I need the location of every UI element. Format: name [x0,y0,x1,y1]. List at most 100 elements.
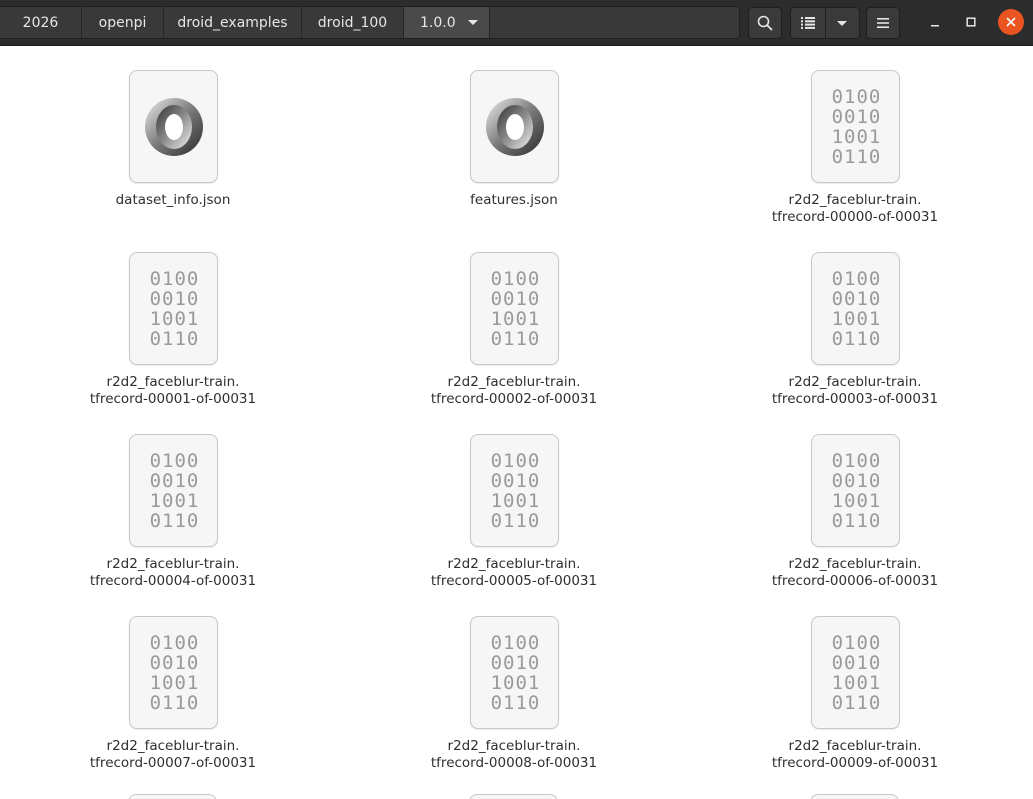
binary-glyph: 0100 0010 1001 0110 [471,269,560,349]
file-name-line: r2d2_faceblur-train. [447,738,581,754]
chevron-down-icon [467,20,478,25]
file-name-line: tfrecord-00002-of-00031 [430,391,598,407]
binary-glyph-line: 1001 [831,308,882,330]
binary-glyph: 0100 0010 1001 0110 [812,87,901,167]
file-name: r2d2_faceblur-train. tfrecord-00000-of-00… [755,192,955,226]
binary-glyph-line: 1001 [490,672,541,694]
binary-glyph-line: 0010 [490,288,541,310]
binary-glyph-line: 0100 [831,268,882,290]
binary-file-icon: 0100 0010 1001 0110 [129,616,218,729]
file-name-line: tfrecord-00005-of-00031 [430,573,598,589]
binary-glyph-line: 1001 [149,490,200,512]
binary-file-icon: 0100 0010 1001 0110 [811,70,900,183]
breadcrumb-item[interactable]: droid_examples [164,7,302,38]
search-button[interactable] [748,7,782,39]
list-view-icon [800,17,815,29]
binary-glyph-line: 0100 [831,86,882,108]
file-name-line: tfrecord-00008-of-00031 [430,755,598,771]
file-name: r2d2_faceblur-train. tfrecord-00008-of-00… [414,738,614,772]
binary-glyph-line: 1001 [831,126,882,148]
file-view[interactable]: dataset_info.json features.json 0100 0010 10… [0,46,1033,799]
file-name: r2d2_faceblur-train. tfrecord-00005-of-00… [414,556,614,590]
binary-glyph-line: 0110 [149,510,200,532]
file-name-line: features.json [470,192,558,208]
file-name: dataset_info.json [73,192,273,209]
binary-glyph-line: 1001 [831,490,882,512]
minimize-icon [931,25,939,27]
file-name-line: tfrecord-00006-of-00031 [771,573,939,589]
file-name-line: tfrecord-00000-of-00031 [771,209,939,225]
binary-glyph-line: 0010 [490,652,541,674]
binary-glyph-line: 0110 [149,692,200,714]
main-menu-button[interactable] [866,7,900,39]
binary-glyph-line: 1001 [149,308,200,330]
binary-glyph-line: 1001 [490,490,541,512]
breadcrumb-item[interactable]: 2026 [0,7,82,38]
binary-glyph-line: 0010 [831,470,882,492]
binary-file-icon: 0100 0010 1001 0110 [811,616,900,729]
file-name: r2d2_faceblur-train. tfrecord-00006-of-00… [755,556,955,590]
binary-file-icon: 0100 0010 1001 0110 [129,434,218,547]
search-icon [757,15,773,31]
binary-glyph-line: 0100 [490,632,541,654]
binary-glyph-line: 0100 [149,268,200,290]
binary-glyph-line: 0010 [149,470,200,492]
binary-file-icon: 0100 0010 1001 0110 [470,252,559,365]
binary-glyph-line: 0010 [831,652,882,674]
binary-glyph-line: 0010 [149,652,200,674]
file-name-line: r2d2_faceblur-train. [788,556,922,572]
binary-glyph-line: 0010 [149,288,200,310]
breadcrumb: 2026 openpi droid_examples droid_100 1.0… [0,6,740,39]
binary-glyph-line: 0100 [490,268,541,290]
file-name: r2d2_faceblur-train. tfrecord-00004-of-00… [73,556,273,590]
close-icon [1006,17,1016,27]
minimize-button[interactable] [922,9,948,35]
file-tile-partial[interactable] [810,794,899,799]
view-options-button[interactable] [824,8,859,38]
binary-file-icon: 0100 0010 1001 0110 [470,616,559,729]
binary-glyph-line: 1001 [490,308,541,330]
file-name-line: tfrecord-00007-of-00031 [89,755,257,771]
json-logo-icon [486,98,544,156]
binary-glyph: 0100 0010 1001 0110 [812,451,901,531]
file-name: r2d2_faceblur-train. tfrecord-00007-of-00… [73,738,273,772]
file-name: r2d2_faceblur-train. tfrecord-00009-of-00… [755,738,955,772]
file-name-line: r2d2_faceblur-train. [106,374,240,390]
binary-file-icon: 0100 0010 1001 0110 [129,252,218,365]
binary-glyph-line: 1001 [831,672,882,694]
binary-glyph-line: 0100 [831,632,882,654]
close-button[interactable] [998,9,1024,35]
binary-file-icon: 0100 0010 1001 0110 [811,252,900,365]
view-toggle-group [790,7,860,39]
binary-glyph-line: 0110 [831,510,882,532]
binary-glyph-line: 0110 [831,692,882,714]
json-file-icon [129,70,218,183]
file-name: r2d2_faceblur-train. tfrecord-00001-of-00… [73,374,273,408]
breadcrumb-item[interactable]: openpi [82,7,164,38]
binary-glyph-line: 0100 [149,450,200,472]
hamburger-menu-icon [877,18,889,28]
file-name-line: r2d2_faceblur-train. [788,374,922,390]
binary-glyph-line: 0110 [149,328,200,350]
maximize-button[interactable] [958,9,984,35]
binary-glyph: 0100 0010 1001 0110 [812,269,901,349]
file-name: r2d2_faceblur-train. tfrecord-00002-of-00… [414,374,614,408]
file-tile-partial[interactable] [128,794,217,799]
list-view-button[interactable] [791,8,825,38]
binary-file-icon: 0100 0010 1001 0110 [470,434,559,547]
binary-glyph-line: 0110 [831,146,882,168]
file-name-line: tfrecord-00009-of-00031 [771,755,939,771]
file-tile-partial[interactable] [469,794,558,799]
breadcrumb-current-label: 1.0.0 [420,14,456,31]
binary-file-icon: 0100 0010 1001 0110 [811,434,900,547]
json-file-icon [470,70,559,183]
file-name-line: r2d2_faceblur-train. [788,192,922,208]
file-name-line: r2d2_faceblur-train. [788,738,922,754]
binary-glyph-line: 0100 [149,632,200,654]
file-name-line: tfrecord-00001-of-00031 [89,391,257,407]
file-name: features.json [414,192,614,209]
breadcrumb-current[interactable]: 1.0.0 [404,7,490,38]
header-bar: 2026 openpi droid_examples droid_100 1.0… [0,0,1033,46]
binary-glyph: 0100 0010 1001 0110 [812,633,901,713]
breadcrumb-item[interactable]: droid_100 [302,7,404,38]
